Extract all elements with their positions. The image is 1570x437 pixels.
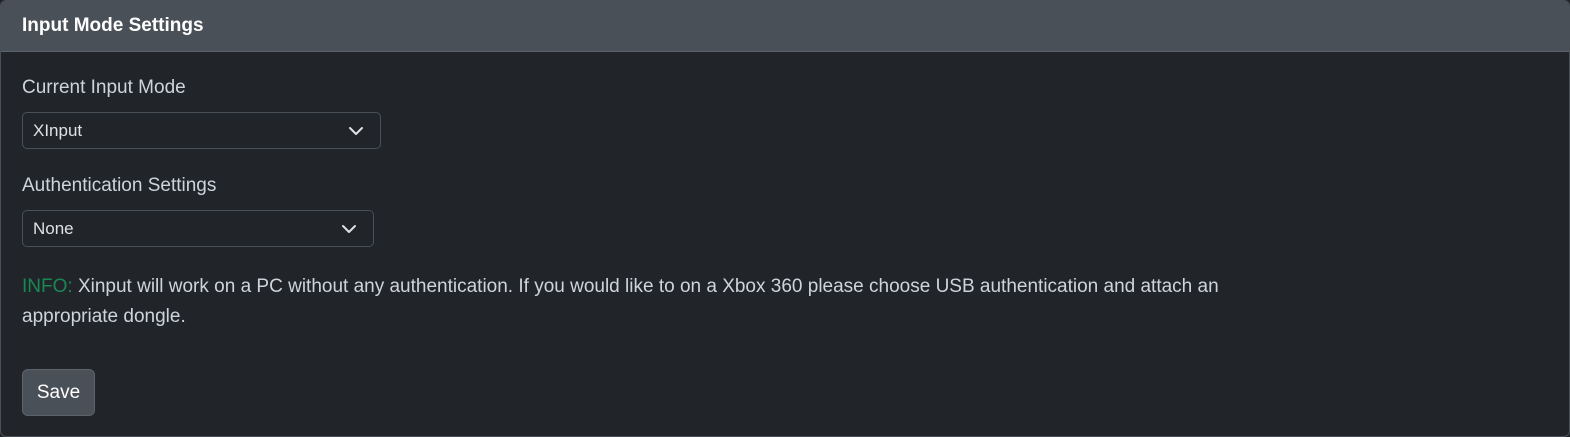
info-text: Xinput will work on a PC without any aut… <box>22 276 1219 327</box>
input-mode-selected-value: XInput <box>33 120 83 140</box>
chevron-down-icon <box>341 221 357 237</box>
authentication-selected-value: None <box>33 218 74 238</box>
info-message: INFO: Xinput will work on a PC without a… <box>22 272 1262 332</box>
info-label: INFO: <box>22 276 73 297</box>
authentication-label: Authentication Settings <box>22 175 217 196</box>
save-button[interactable]: Save <box>22 369 95 416</box>
page-title: Input Mode Settings <box>22 15 204 36</box>
chevron-down-icon <box>348 123 364 139</box>
input-mode-label: Current Input Mode <box>22 77 186 98</box>
input-mode-settings-card: Input Mode Settings Current Input Mode X… <box>0 0 1570 437</box>
input-mode-select[interactable]: XInput <box>22 112 381 149</box>
authentication-select[interactable]: None <box>22 210 374 247</box>
card-header: Input Mode Settings <box>1 1 1569 52</box>
